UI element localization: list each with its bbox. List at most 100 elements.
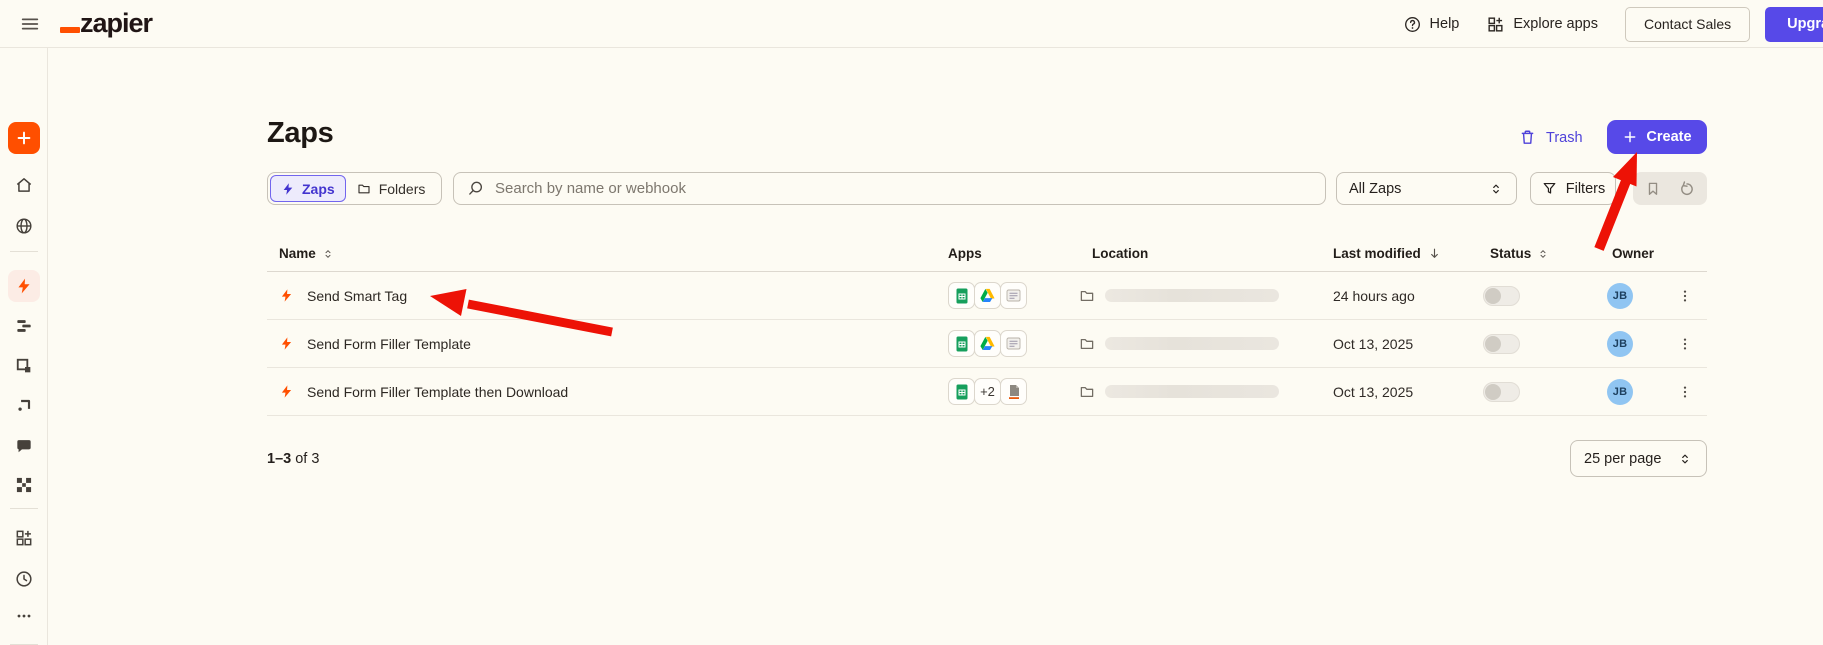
zap-name-link[interactable]: Send Form Filler Template then Download <box>267 384 948 400</box>
column-header-status[interactable]: Status <box>1483 246 1600 261</box>
form-app-icon[interactable] <box>1000 330 1027 357</box>
filters-label: Filters <box>1566 181 1605 197</box>
chevron-up-down-icon <box>1488 181 1504 197</box>
contact-sales-label: Contact Sales <box>1644 16 1731 32</box>
location-cell <box>1078 383 1333 401</box>
page-title: Zaps <box>267 117 334 150</box>
form-app-icon[interactable] <box>1000 282 1027 309</box>
zap-row: Send Form Filler Template Oct 13, 2025 J… <box>267 320 1707 368</box>
hamburger-menu-icon[interactable] <box>14 8 46 40</box>
search-input[interactable] <box>495 180 1313 197</box>
google-drive-icon[interactable] <box>974 330 1001 357</box>
last-modified-cell: 24 hours ago <box>1333 288 1483 304</box>
sidebar-item-agents[interactable] <box>8 469 40 501</box>
saved-views-group <box>1633 172 1707 205</box>
zap-bolt-icon <box>15 277 33 295</box>
google-drive-icon[interactable] <box>974 282 1001 309</box>
per-page-select[interactable]: 25 per page <box>1570 440 1707 477</box>
tab-folders-label: Folders <box>379 181 426 197</box>
location-redacted-bar <box>1105 337 1279 350</box>
row-menu-button[interactable] <box>1671 378 1699 406</box>
chevron-up-down-icon <box>1677 451 1693 467</box>
bookmark-icon <box>1644 180 1662 198</box>
column-header-name[interactable]: Name <box>267 246 948 261</box>
column-header-last-modified[interactable]: Last modified <box>1333 246 1483 261</box>
sidebar-item-chatbots[interactable] <box>8 430 40 462</box>
row-menu-button[interactable] <box>1671 330 1699 358</box>
zaps-table: Name Apps Location Last modified Status … <box>267 236 1707 416</box>
sidebar-item-interfaces[interactable] <box>8 350 40 382</box>
location-redacted-bar <box>1105 289 1279 302</box>
apps-overflow-chip[interactable]: +2 <box>974 378 1001 405</box>
plus-icon <box>1622 129 1638 145</box>
folder-icon <box>356 181 372 197</box>
zap-row: Send Form Filler Template then Download … <box>267 368 1707 416</box>
location-cell <box>1078 287 1333 305</box>
clock-icon <box>14 569 34 589</box>
zap-name-link[interactable]: Send Smart Tag <box>267 288 948 304</box>
status-cell <box>1483 334 1600 354</box>
folder-icon <box>1078 335 1096 353</box>
owner-avatar: JB <box>1607 283 1633 309</box>
filters-button[interactable]: Filters <box>1530 172 1616 205</box>
bookmark-button[interactable] <box>1638 172 1668 205</box>
zapier-logo[interactable]: zapier <box>60 10 152 37</box>
status-cell <box>1483 382 1600 402</box>
app-grid-plus-icon <box>1486 15 1505 34</box>
status-toggle[interactable] <box>1483 382 1520 402</box>
sidebar <box>0 48 48 645</box>
upgrade-label: Upgrade <box>1787 16 1823 32</box>
search-icon <box>466 179 485 198</box>
zap-name-link[interactable]: Send Form Filler Template <box>267 336 948 352</box>
sidebar-divider <box>10 508 38 509</box>
docs-app-icon[interactable] <box>1000 378 1027 405</box>
status-toggle[interactable] <box>1483 334 1520 354</box>
google-sheets-icon[interactable] <box>948 330 975 357</box>
sidebar-item-history[interactable] <box>8 563 40 595</box>
sidebar-item-more[interactable] <box>8 600 40 632</box>
upgrade-button[interactable]: Upgrade <box>1765 7 1823 42</box>
interfaces-icon <box>14 356 34 376</box>
row-menu-button[interactable] <box>1671 282 1699 310</box>
zap-bolt-icon <box>279 288 294 303</box>
owner-cell: JB <box>1600 283 1671 309</box>
contact-sales-button[interactable]: Contact Sales <box>1625 7 1750 42</box>
column-header-location: Location <box>1078 246 1333 261</box>
explore-apps-label: Explore apps <box>1513 16 1598 32</box>
more-dots-icon <box>14 606 34 626</box>
refresh-button[interactable] <box>1672 172 1702 205</box>
sidebar-create-button[interactable] <box>8 122 40 154</box>
owner-cell: JB <box>1600 331 1671 357</box>
sidebar-divider <box>10 251 38 252</box>
logo-text: zapier <box>80 10 152 37</box>
globe-icon <box>14 216 34 236</box>
logo-underscore <box>60 27 80 33</box>
explore-apps-link[interactable]: Explore apps <box>1486 15 1598 34</box>
sidebar-item-zaps[interactable] <box>8 270 40 302</box>
folder-icon <box>1078 287 1096 305</box>
top-nav-right: Help Explore apps Contact Sales Upgrade <box>1403 0 1823 48</box>
status-toggle[interactable] <box>1483 286 1520 306</box>
sidebar-item-canvas[interactable] <box>8 390 40 422</box>
location-redacted-bar <box>1105 385 1279 398</box>
tables-icon <box>14 316 34 336</box>
sidebar-item-app-directory[interactable] <box>8 522 40 554</box>
app-grid-plus-icon <box>14 528 34 548</box>
help-link[interactable]: Help <box>1403 15 1460 34</box>
sidebar-item-tables[interactable] <box>8 310 40 342</box>
tab-folders[interactable]: Folders <box>346 175 436 202</box>
apps-cell <box>948 282 1078 309</box>
create-label: Create <box>1646 129 1691 145</box>
toggle-knob <box>1485 288 1501 304</box>
trash-icon <box>1518 128 1537 147</box>
google-sheets-icon[interactable] <box>948 282 975 309</box>
sidebar-item-discover[interactable] <box>8 210 40 242</box>
canvas-icon <box>14 396 34 416</box>
create-button[interactable]: Create <box>1607 120 1707 154</box>
zaps-folders-segmented-control: Zaps Folders <box>267 172 442 205</box>
google-sheets-icon[interactable] <box>948 378 975 405</box>
trash-button[interactable]: Trash <box>1518 121 1583 154</box>
tab-zaps[interactable]: Zaps <box>270 175 346 202</box>
sidebar-item-home[interactable] <box>8 169 40 201</box>
zap-scope-select[interactable]: All Zaps <box>1336 172 1517 205</box>
